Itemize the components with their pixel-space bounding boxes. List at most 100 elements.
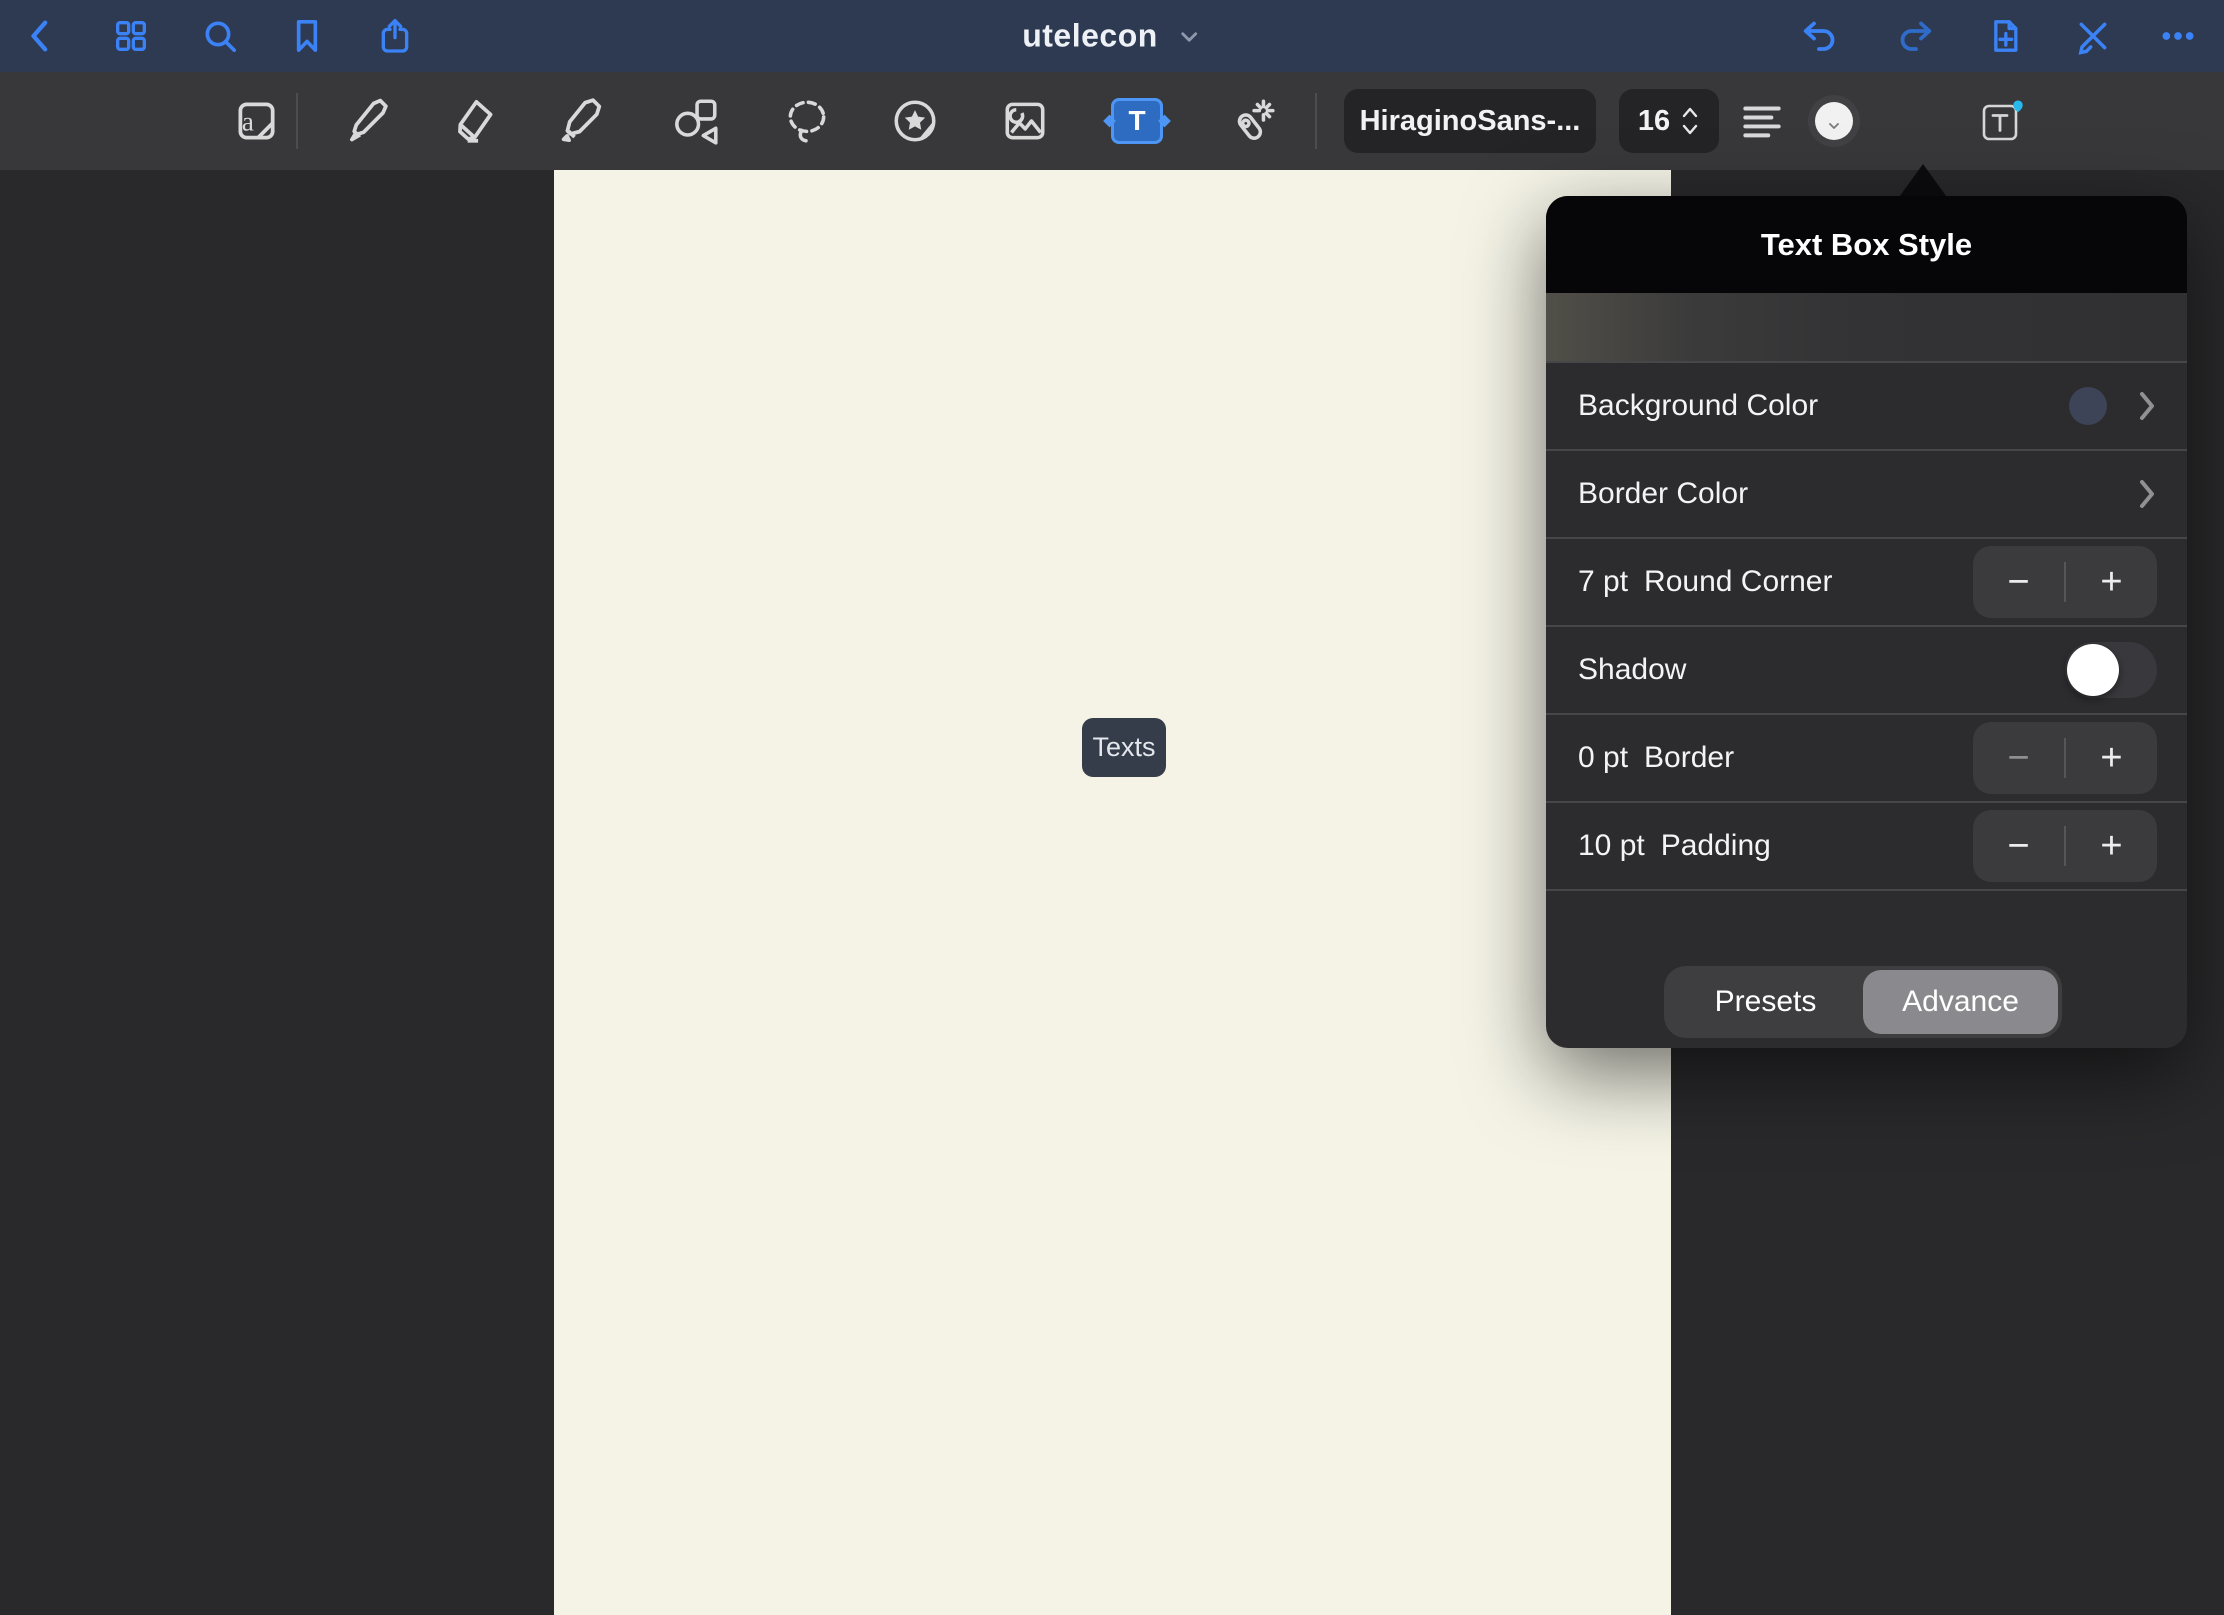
back-chevron-icon <box>21 16 61 56</box>
advance-tab[interactable]: Advance <box>1863 970 2058 1034</box>
padding-plus-button[interactable]: + <box>2066 825 2157 868</box>
textbox-handle-left <box>1103 115 1116 128</box>
redo-icon <box>1896 16 1936 56</box>
round-corner-minus-button[interactable]: − <box>1973 561 2064 604</box>
image-tool[interactable] <box>997 93 1053 149</box>
padding-stepper: − + <box>1973 810 2157 882</box>
font-size-button[interactable]: 16 <box>1619 89 1719 153</box>
row-padding: 10 pt Padding − + <box>1546 801 2187 889</box>
sticker-icon <box>890 96 940 146</box>
more-ellipsis-icon <box>2158 16 2198 56</box>
page-template-tool[interactable]: a <box>228 93 284 149</box>
row-border-color[interactable]: Border Color <box>1546 449 2187 537</box>
app-screen: utelecon a <box>0 0 2224 1615</box>
popup-arrow <box>1897 164 1949 200</box>
redo-button[interactable] <box>1893 13 1939 59</box>
round-corner-plus-button[interactable]: + <box>2066 561 2157 604</box>
search-button[interactable] <box>197 13 243 59</box>
pen-icon <box>344 96 394 146</box>
row-round-corner: 7 pt Round Corner − + <box>1546 537 2187 625</box>
shapes-icon <box>671 96 721 146</box>
shapes-tool[interactable] <box>668 93 724 149</box>
font-name-button[interactable]: HiraginoSans-... <box>1344 89 1596 153</box>
eraser-icon <box>451 96 501 146</box>
textbox-handle-right <box>1158 115 1171 128</box>
color-chevron-down-icon <box>1826 118 1842 134</box>
undo-icon <box>1799 16 1839 56</box>
search-icon <box>200 16 240 56</box>
toggle-knob <box>2067 644 2119 696</box>
laser-pointer-tool[interactable] <box>1224 93 1280 149</box>
note-page[interactable]: Texts <box>554 170 1671 1615</box>
toolbar: a T Hi <box>0 72 2224 170</box>
popup-mode-segmented-control: Presets Advance <box>1664 966 2062 1038</box>
round-corner-stepper: − + <box>1973 546 2157 618</box>
bookmark-button[interactable] <box>284 13 330 59</box>
row-shadow: Shadow <box>1546 625 2187 713</box>
canvas-text-box[interactable]: Texts <box>1082 718 1166 777</box>
border-width-value: 0 pt <box>1578 741 1628 775</box>
font-size-value: 16 <box>1638 105 1670 138</box>
highlighter-tool[interactable] <box>554 93 610 149</box>
stylus-mode-button[interactable] <box>2070 13 2116 59</box>
row-background-color[interactable]: Background Color <box>1546 361 2187 449</box>
textbox-style-icon <box>1977 96 2029 146</box>
share-button[interactable] <box>372 13 418 59</box>
row-label: Background Color <box>1578 389 1818 423</box>
row-label: Padding <box>1661 829 1771 863</box>
chevron-right-icon <box>2137 477 2157 511</box>
back-button[interactable] <box>18 13 64 59</box>
page-grid-icon <box>111 16 151 56</box>
text-box-style-popup: Text Box Style Background Color Border C… <box>1546 196 2187 1048</box>
navbar: utelecon <box>0 0 2224 74</box>
canvas-text-box-label: Texts <box>1092 732 1155 763</box>
border-width-minus-button[interactable]: − <box>1973 737 2064 780</box>
sticker-tool[interactable] <box>887 93 943 149</box>
row-border-width: 0 pt Border − + <box>1546 713 2187 801</box>
rows-bottom-divider <box>1546 889 2187 891</box>
text-color-swatch <box>1815 102 1853 140</box>
lasso-tool[interactable] <box>779 93 835 149</box>
laser-pointer-icon <box>1227 96 1277 146</box>
share-icon <box>375 16 415 56</box>
undo-button[interactable] <box>1796 13 1842 59</box>
popup-header: Text Box Style <box>1546 196 2187 293</box>
title-chevron-down-icon <box>1176 23 1202 49</box>
presets-tab[interactable]: Presets <box>1668 970 1863 1034</box>
bookmark-icon <box>287 16 327 56</box>
text-color-button[interactable] <box>1808 95 1860 147</box>
pages-overview-button[interactable] <box>108 13 154 59</box>
text-tool-letter: T <box>1128 105 1145 137</box>
text-tool-active[interactable]: T <box>1111 98 1163 144</box>
highlighter-icon <box>557 96 607 146</box>
more-button[interactable] <box>2155 13 2201 59</box>
border-width-stepper: − + <box>1973 722 2157 794</box>
text-align-button[interactable] <box>1734 93 1790 149</box>
textbox-style-button[interactable] <box>1977 96 2029 146</box>
border-width-plus-button[interactable]: + <box>2066 737 2157 780</box>
pen-strike-icon <box>2073 16 2113 56</box>
row-label: Border Color <box>1578 477 1748 511</box>
shadow-toggle-off[interactable] <box>2065 642 2157 698</box>
pen-tool[interactable] <box>341 93 397 149</box>
row-label: Shadow <box>1578 653 1686 687</box>
padding-minus-button[interactable]: − <box>1973 825 2064 868</box>
toolbar-divider <box>296 93 298 149</box>
eraser-tool[interactable] <box>448 93 504 149</box>
add-page-icon <box>1985 16 2025 56</box>
popup-rows: Background Color Border Color 7 pt Round… <box>1546 361 2187 891</box>
chevron-right-icon <box>2137 389 2157 423</box>
add-page-button[interactable] <box>1982 13 2028 59</box>
page-template-letter: a <box>242 106 254 136</box>
row-label: Border <box>1644 741 1734 775</box>
image-icon <box>1000 96 1050 146</box>
popup-preview-strip <box>1546 293 2187 361</box>
lasso-icon <box>782 96 832 146</box>
padding-value: 10 pt <box>1578 829 1645 863</box>
document-title-menu[interactable]: utelecon <box>1022 18 1202 55</box>
document-title: utelecon <box>1022 18 1158 55</box>
size-stepper-icon <box>1680 104 1700 138</box>
background-color-swatch <box>2069 387 2107 425</box>
row-label: Round Corner <box>1644 565 1832 599</box>
align-left-icon <box>1737 96 1787 146</box>
